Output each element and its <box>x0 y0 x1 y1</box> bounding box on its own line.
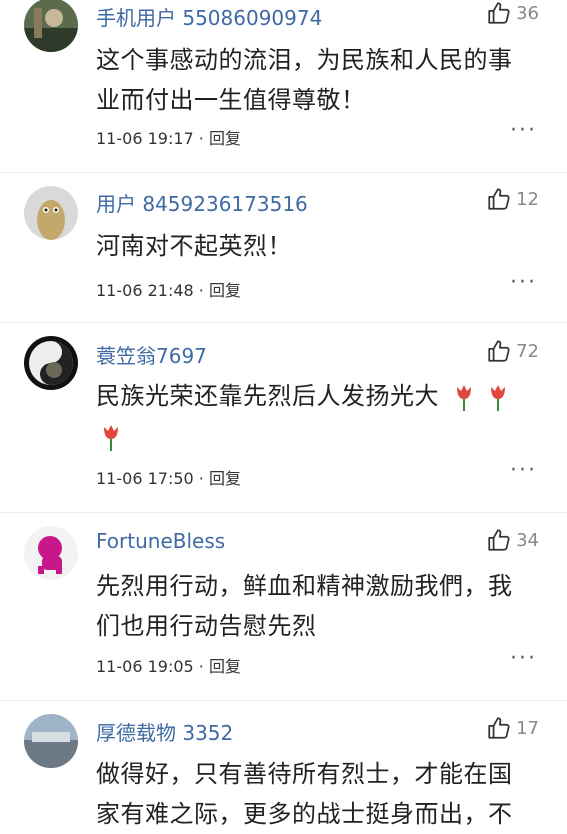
thumbs-up-icon <box>488 340 510 362</box>
tulip-icon <box>100 423 122 451</box>
comment-line <box>96 416 546 456</box>
thumbs-up-icon <box>488 188 510 210</box>
more-options-icon[interactable]: ··· <box>510 118 537 143</box>
reply-button[interactable]: 回复 <box>209 129 241 148</box>
reply-button[interactable]: 回复 <box>209 281 241 300</box>
like-button[interactable]: 72 <box>486 338 539 364</box>
comment-text: 河南对不起英烈！ <box>96 226 546 266</box>
comment-time: 11-06 19:05 <box>96 657 194 676</box>
comment-meta: 11-06 21:48 · 回复 <box>96 281 241 300</box>
thumbs-up-icon <box>488 2 510 24</box>
like-count: 34 <box>516 529 539 551</box>
comment-meta: 11-06 19:17 · 回复 <box>96 129 241 148</box>
comment-text: 做得好，只有善待所有烈士，才能在国 家有难之际，更多的战士挺身而出，不 <box>96 754 546 834</box>
comment-text: 这个事感动的流泪，为民族和人民的事 业而付出一生值得尊敬！ <box>96 40 546 120</box>
like-button[interactable]: 36 <box>486 0 539 26</box>
reply-button[interactable]: 回复 <box>209 469 241 488</box>
avatar[interactable] <box>24 336 78 390</box>
comment-line: 们也用行动告慰先烈 <box>96 612 317 640</box>
comment-text: 民族光荣还靠先烈后人发扬光大 <box>96 376 546 456</box>
reply-button[interactable]: 回复 <box>209 657 241 676</box>
comment-meta: 11-06 17:50 · 回复 <box>96 469 241 488</box>
comment-username[interactable]: 手机用户 55086090974 <box>96 2 322 31</box>
divider <box>0 512 567 513</box>
like-button[interactable]: 34 <box>486 527 539 553</box>
comment-line: 民族光荣还靠先烈后人发扬光大 <box>96 376 546 416</box>
like-count: 12 <box>516 188 539 210</box>
comment-time: 11-06 21:48 <box>96 281 194 300</box>
avatar[interactable] <box>24 714 78 768</box>
like-count: 72 <box>516 340 539 362</box>
comment-time: 11-06 19:17 <box>96 129 194 148</box>
comment-line: 业而付出一生值得尊敬！ <box>96 86 366 114</box>
comment-line: 这个事感动的流泪，为民族和人民的事 <box>96 46 513 74</box>
divider <box>0 700 567 701</box>
tulip-icon <box>487 383 509 411</box>
avatar[interactable] <box>24 0 78 52</box>
comment-time: 11-06 17:50 <box>96 469 194 488</box>
avatar[interactable] <box>24 186 78 240</box>
thumbs-up-icon <box>488 529 510 551</box>
more-options-icon[interactable]: ··· <box>510 270 537 295</box>
comment-line: 先烈用行动，鲜血和精神激励我們，我 <box>96 572 513 600</box>
comment-username[interactable]: 用户 8459236173516 <box>96 188 308 217</box>
more-options-icon[interactable]: ··· <box>510 646 537 671</box>
comment-username[interactable]: 厚德载物 3352 <box>96 717 233 746</box>
like-button[interactable]: 17 <box>486 715 539 741</box>
comment-line: 做得好，只有善待所有烈士，才能在国 <box>96 760 513 788</box>
like-count: 17 <box>516 717 539 739</box>
like-count: 36 <box>516 2 539 24</box>
like-button[interactable]: 12 <box>486 186 539 212</box>
tulip-icon <box>453 383 475 411</box>
comment-line: 家有难之际，更多的战士挺身而出，不 <box>96 800 513 828</box>
avatar[interactable] <box>24 526 78 580</box>
more-options-icon[interactable]: ··· <box>510 458 537 483</box>
comment-text: 先烈用行动，鲜血和精神激励我們，我 们也用行动告慰先烈 <box>96 566 546 646</box>
comment-line: 河南对不起英烈！ <box>96 232 292 260</box>
comment-username[interactable]: FortuneBless <box>96 529 225 553</box>
comment-username[interactable]: 蓑笠翁7697 <box>96 340 207 369</box>
thumbs-up-icon <box>488 717 510 739</box>
divider <box>0 322 567 323</box>
divider <box>0 172 567 173</box>
comment-meta: 11-06 19:05 · 回复 <box>96 657 241 676</box>
